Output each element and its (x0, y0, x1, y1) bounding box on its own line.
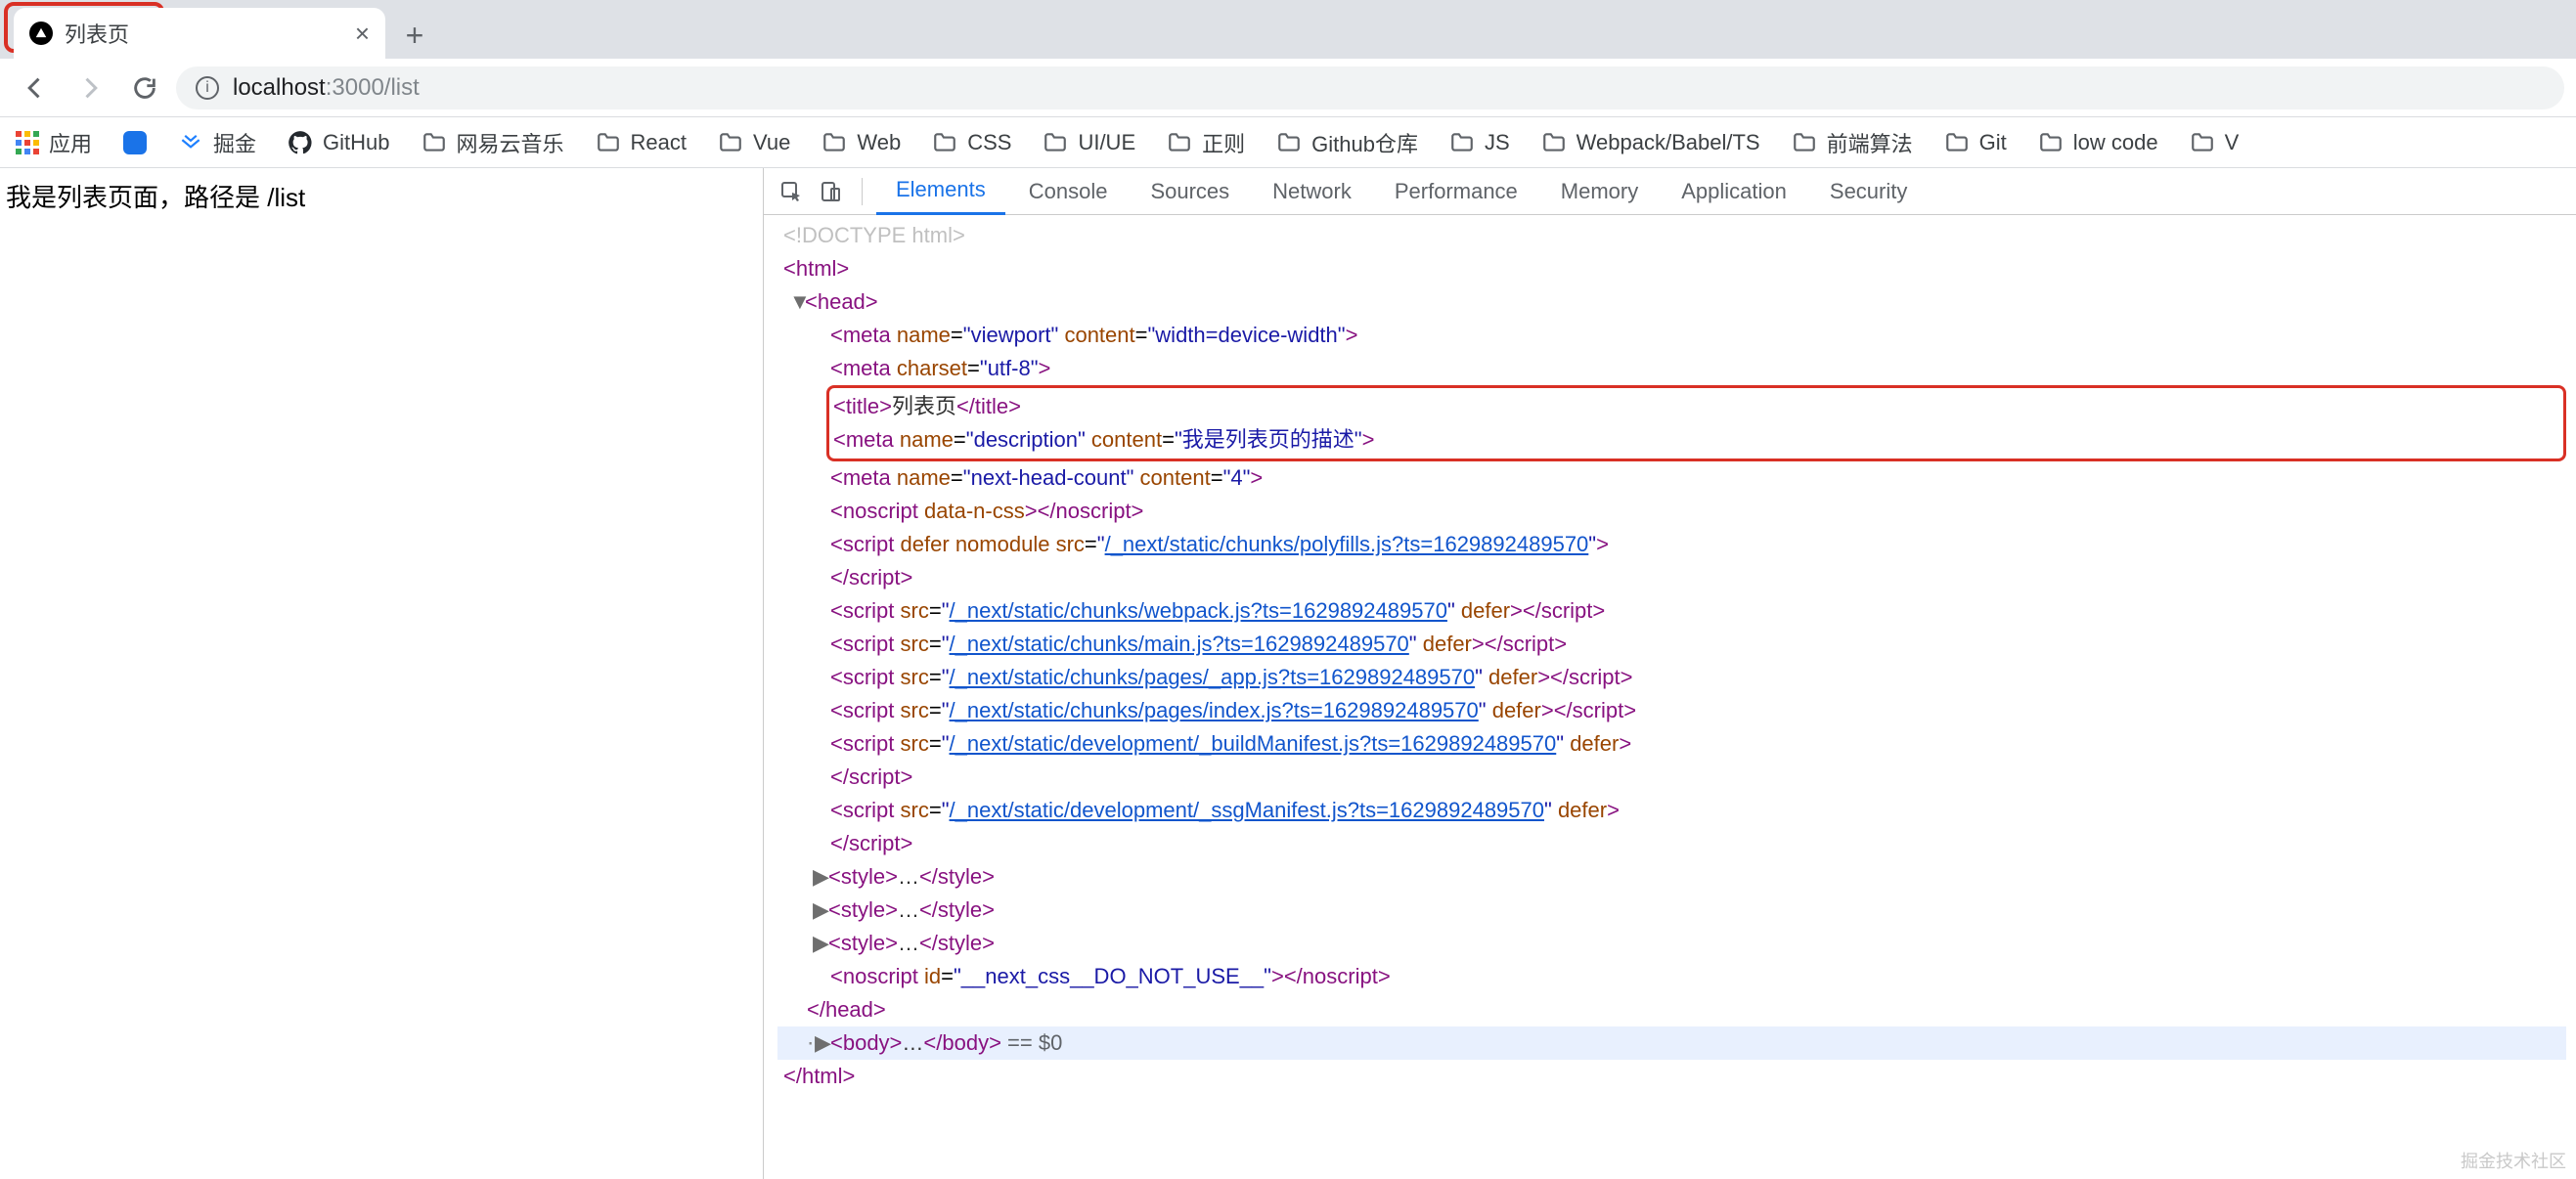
devtools-tab-sources[interactable]: Sources (1131, 168, 1249, 215)
devtools-tab-console[interactable]: Console (1009, 168, 1128, 215)
dom-tree[interactable]: <!DOCTYPE html><html>▼<head><meta name="… (764, 215, 2576, 1179)
apps-icon (16, 131, 39, 154)
new-tab-button[interactable]: + (391, 12, 438, 59)
github-icon (288, 130, 313, 155)
devtools-panel: ElementsConsoleSourcesNetworkPerformance… (763, 168, 2576, 1179)
folder-icon (932, 130, 957, 155)
bookmark-folder[interactable]: Web (822, 130, 901, 155)
folder-icon (1449, 130, 1475, 155)
separator (862, 178, 863, 205)
bookmark-icon (123, 131, 147, 154)
tab-title: 列表页 (65, 18, 343, 49)
bookmark-folder[interactable]: JS (1449, 130, 1510, 155)
devtools-tab-security[interactable]: Security (1810, 168, 1927, 215)
apps-button[interactable]: 应用 (16, 127, 92, 158)
reload-button[interactable] (121, 65, 168, 111)
devtools-tab-performance[interactable]: Performance (1375, 168, 1537, 215)
devtools-tabs: ElementsConsoleSourcesNetworkPerformance… (764, 168, 2576, 215)
bookmarks-bar: 应用 掘金 GitHub 网易云音乐 React Vue Web CSS UI/UE 正则 G… (0, 117, 2576, 168)
bookmark-folder[interactable]: Webpack/Babel/TS (1541, 130, 1760, 155)
inspect-icon[interactable] (774, 174, 809, 209)
bookmark-folder[interactable]: Github仓库 (1276, 127, 1418, 158)
bookmark-folder[interactable]: V (2190, 130, 2240, 155)
devtools-tab-elements[interactable]: Elements (876, 168, 1005, 215)
bookmark-folder[interactable]: 网易云音乐 (422, 127, 564, 158)
folder-icon (1792, 130, 1817, 155)
forward-button[interactable] (67, 65, 113, 111)
annotation-highlight-dom: <title>列表页</title><meta name="descriptio… (826, 385, 2566, 461)
folder-icon (822, 130, 847, 155)
folder-icon (422, 130, 447, 155)
close-tab-icon[interactable]: × (355, 21, 370, 46)
bookmark-folder[interactable]: Vue (718, 130, 790, 155)
address-bar[interactable]: i localhost:3000/list (176, 66, 2564, 109)
folder-icon (718, 130, 743, 155)
folder-icon (596, 130, 621, 155)
folder-icon (1944, 130, 1970, 155)
bookmark-folder[interactable]: Git (1944, 130, 2007, 155)
page-body: 我是列表页面，路径是 /list (0, 168, 763, 1179)
juejin-icon (178, 130, 203, 155)
url-text: localhost:3000/list (233, 74, 420, 102)
content-area: 我是列表页面，路径是 /list ElementsConsoleSourcesN… (0, 168, 2576, 1179)
page-text: 我是列表页面，路径是 /list (6, 183, 305, 212)
devtools-tab-network[interactable]: Network (1253, 168, 1371, 215)
bookmark-juejin[interactable]: 掘金 (178, 127, 256, 158)
bookmark-folder[interactable]: UI/UE (1043, 130, 1135, 155)
bookmark-github[interactable]: GitHub (288, 130, 389, 155)
browser-tab[interactable]: 列表页 × (14, 8, 385, 59)
favicon-icon (29, 22, 53, 45)
folder-icon (2038, 130, 2064, 155)
folder-icon (2190, 130, 2215, 155)
devtools-tab-memory[interactable]: Memory (1541, 168, 1658, 215)
folder-icon (1043, 130, 1068, 155)
folder-icon (1541, 130, 1567, 155)
watermark: 掘金技术社区 (2461, 1148, 2566, 1173)
browser-toolbar: i localhost:3000/list (0, 59, 2576, 117)
bookmark-folder[interactable]: React (596, 130, 687, 155)
bookmark-folder[interactable]: CSS (932, 130, 1011, 155)
device-toggle-icon[interactable] (813, 174, 848, 209)
tab-strip: 列表页 × + (0, 0, 2576, 59)
bookmark-item[interactable] (123, 131, 147, 154)
back-button[interactable] (12, 65, 59, 111)
bookmark-folder[interactable]: 前端算法 (1792, 127, 1913, 158)
folder-icon (1276, 130, 1302, 155)
site-info-icon[interactable]: i (196, 76, 219, 100)
bookmark-folder[interactable]: low code (2038, 130, 2158, 155)
devtools-tab-application[interactable]: Application (1662, 168, 1806, 215)
folder-icon (1167, 130, 1192, 155)
bookmark-folder[interactable]: 正则 (1167, 127, 1245, 158)
